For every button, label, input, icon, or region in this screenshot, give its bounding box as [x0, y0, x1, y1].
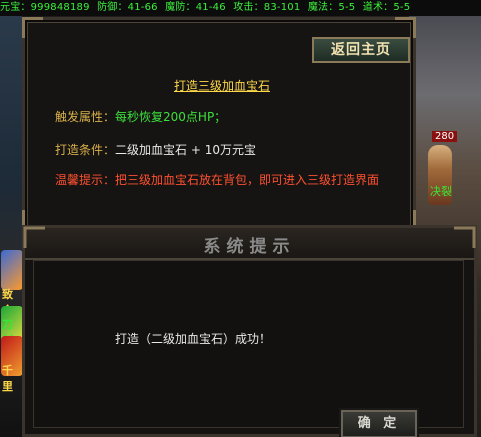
- trigger-value: 每秒恢复200点HP；: [115, 110, 227, 124]
- corner-ornament-icon: [454, 226, 476, 248]
- stat-attack: 攻击：83-101: [233, 2, 301, 13]
- skill-label: 千里: [2, 364, 13, 393]
- game-screen: 元宝：999848189 防御：41-66 魔防：41-46 攻击：83-101…: [0, 0, 481, 437]
- left-skill-strip: 致命 刀剑 千里: [0, 16, 23, 437]
- stat-yuanbao: 元宝：999848189: [0, 2, 90, 13]
- stat-defense: 防御：41-66: [97, 2, 158, 13]
- trigger-line: 触发属性：每秒恢复200点HP；: [55, 108, 226, 125]
- skill-icon[interactable]: [1, 250, 23, 290]
- system-dialog-header[interactable]: 系统提示: [25, 228, 474, 260]
- system-message: 打造（二级加血宝石）成功！: [115, 332, 272, 346]
- craft-dialog: 返回主页 打造三级加血宝石 触发属性：每秒恢复200点HP； 打造条件：二级加血…: [22, 17, 416, 231]
- stat-magic: 魔法：5-5: [307, 2, 356, 13]
- corner-ornament: [22, 17, 43, 38]
- tip-line: 温馨提示：把三级加血宝石放在背包，即可进入三级打造界面: [55, 171, 379, 188]
- back-to-home-button[interactable]: 返回主页: [312, 37, 410, 63]
- confirm-button[interactable]: 确 定: [341, 410, 417, 437]
- system-dialog-body: 打造（二级加血宝石）成功！ 确 定: [33, 260, 464, 437]
- character-name: 决裂: [430, 185, 452, 198]
- tip-label: 温馨提示：: [55, 173, 116, 187]
- system-dialog: 系统提示 打造（二级加血宝石）成功！ 确 定: [22, 225, 477, 437]
- stat-magic-defense: 魔防：41-46: [165, 2, 226, 13]
- condition-value: 二级加血宝石 + 10万元宝: [115, 143, 256, 157]
- trigger-label: 触发属性：: [55, 110, 116, 124]
- hp-tag: 280: [432, 131, 458, 142]
- stat-taoism: 道术：5-5: [362, 2, 411, 13]
- system-dialog-title: 系统提示: [203, 237, 296, 257]
- condition-label: 打造条件：: [55, 143, 116, 157]
- status-bar: 元宝：999848189 防御：41-66 魔防：41-46 攻击：83-101…: [0, 0, 481, 16]
- corner-ornament: [395, 17, 416, 38]
- corner-ornament-icon: [23, 226, 45, 248]
- craft-title[interactable]: 打造三级加血宝石: [25, 77, 419, 94]
- condition-line: 打造条件：二级加血宝石 + 10万元宝: [55, 141, 256, 158]
- tip-value: 把三级加血宝石放在背包，即可进入三级打造界面: [115, 173, 380, 187]
